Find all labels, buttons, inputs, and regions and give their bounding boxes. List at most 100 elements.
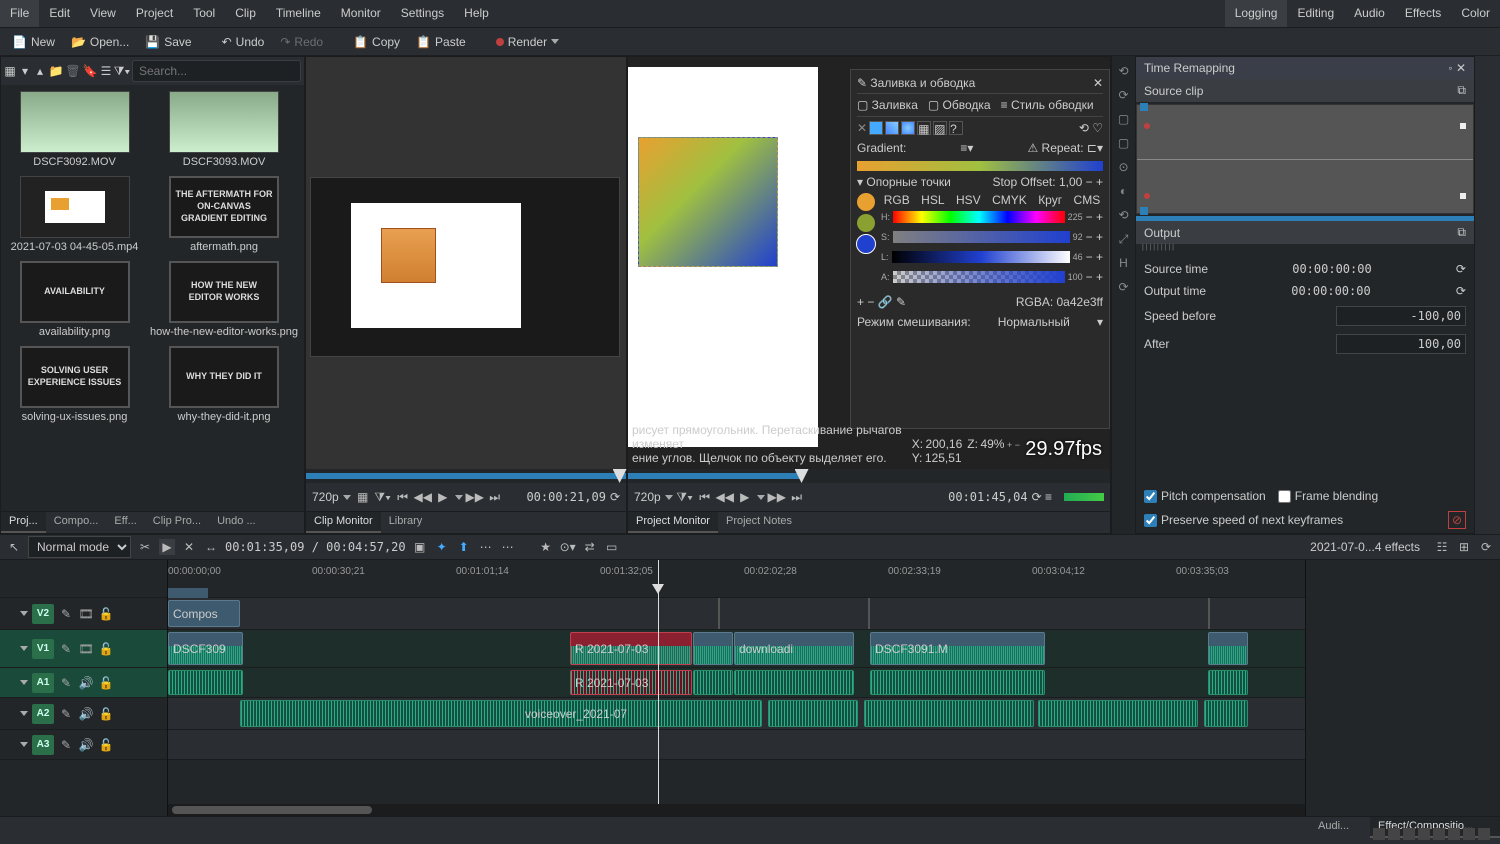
proj-fwd-icon[interactable]: ▶▶ bbox=[769, 489, 785, 505]
overlay-icon-2[interactable]: ⟳ bbox=[1117, 88, 1131, 102]
eff-ico-2[interactable]: ⊞ bbox=[1456, 539, 1472, 555]
overlay-icon-7[interactable]: ⟲ bbox=[1117, 208, 1131, 222]
clip-a1-1[interactable] bbox=[168, 670, 243, 695]
status-icon-6[interactable] bbox=[1448, 828, 1460, 840]
menu-project[interactable]: Project bbox=[126, 0, 183, 27]
bin-tag-icon[interactable]: 🔖 bbox=[83, 64, 97, 78]
track-a1[interactable]: R 2021-07-03 bbox=[168, 668, 1305, 698]
undo-button[interactable]: ↶ Undo bbox=[216, 32, 271, 52]
bin-sort-icon[interactable]: ▾ bbox=[19, 64, 31, 78]
overlay-icon-8[interactable]: ⤢ bbox=[1117, 232, 1131, 246]
timeline-ruler[interactable]: 00:00:00;0000:00:30;2100:01:01;1400:01:3… bbox=[168, 560, 1305, 598]
bin-filter-icon[interactable]: ⧩▾ bbox=[115, 64, 129, 78]
proj-play-icon[interactable]: ▶ bbox=[737, 489, 753, 505]
timeline-clip[interactable] bbox=[1208, 632, 1248, 665]
clip-voiceover-3[interactable] bbox=[864, 700, 1034, 727]
tab-project-notes[interactable]: Project Notes bbox=[718, 512, 800, 533]
timeline-clip[interactable]: R 2021-07-03 bbox=[570, 632, 692, 665]
bin-item[interactable]: HOW THE NEW EDITOR WORKShow-the-new-edit… bbox=[150, 261, 298, 338]
clip-a1-5[interactable] bbox=[870, 670, 1045, 695]
project-timecode[interactable]: 00:01:45,04 bbox=[948, 490, 1027, 504]
status-icon-3[interactable] bbox=[1403, 828, 1415, 840]
overlay-icon-5[interactable]: ⊙ bbox=[1117, 160, 1131, 174]
clip-back-icon[interactable]: ◀◀ bbox=[415, 489, 431, 505]
bin-layout-icon[interactable]: ▦ bbox=[4, 64, 16, 78]
tab-clip-properties[interactable]: Clip Pro... bbox=[145, 512, 209, 533]
track-header-a1[interactable]: A1✎🔊🔓 bbox=[0, 668, 167, 698]
clip-voiceover-5[interactable] bbox=[1204, 700, 1248, 727]
layout-effects[interactable]: Effects bbox=[1395, 0, 1451, 27]
tab-undo-history[interactable]: Undo ... bbox=[209, 512, 264, 533]
tab-audio[interactable]: Audi... bbox=[1310, 817, 1370, 838]
status-icon-4[interactable] bbox=[1418, 828, 1430, 840]
edit-icon[interactable]: ✎ bbox=[58, 641, 74, 657]
source-time-value[interactable]: 00:00:00:00 bbox=[1292, 262, 1371, 276]
tl-x-icon[interactable]: ✕ bbox=[181, 539, 197, 555]
tr-apply-icon[interactable]: ⊘ bbox=[1448, 511, 1466, 529]
open-button[interactable]: 📂 Open... bbox=[65, 32, 135, 52]
clip-next-icon[interactable]: ⏭ bbox=[487, 489, 503, 505]
speed-after-input[interactable] bbox=[1336, 334, 1466, 354]
timeline-position[interactable]: 00:01:35,09 / 00:04:57,20 bbox=[225, 540, 406, 554]
proj-back-icon[interactable]: ◀◀ bbox=[717, 489, 733, 505]
clip-voiceover-2[interactable] bbox=[768, 700, 858, 727]
clip-monitor[interactable] bbox=[306, 57, 626, 469]
render-button[interactable]: Render bbox=[490, 32, 565, 52]
track-v2[interactable]: Compos bbox=[168, 598, 1305, 630]
lock-icon[interactable]: 🔓 bbox=[98, 675, 114, 691]
overlay-icon-6[interactable]: ◐ bbox=[1117, 184, 1131, 198]
bin-menu-icon[interactable]: ☰ bbox=[100, 64, 112, 78]
clip-dropdown-icon[interactable]: ⧩▾ bbox=[375, 489, 391, 505]
lock-icon[interactable]: 🔓 bbox=[98, 606, 114, 622]
menu-view[interactable]: View bbox=[80, 0, 126, 27]
status-icon-8[interactable] bbox=[1478, 828, 1490, 840]
preserve-speed-checkbox[interactable]: Preserve speed of next keyframes bbox=[1144, 511, 1343, 529]
timeline-scrollbar[interactable] bbox=[168, 804, 1305, 816]
menu-file[interactable]: File bbox=[0, 0, 39, 27]
output-time-value[interactable]: 00:00:00:00 bbox=[1291, 284, 1370, 298]
clip-timecode[interactable]: 00:00:21,09 bbox=[526, 490, 605, 504]
track-header-a2[interactable]: A2✎🔊🔓 bbox=[0, 698, 167, 730]
clip-fwd-icon[interactable]: ▶▶ bbox=[467, 489, 483, 505]
track-a3[interactable] bbox=[168, 730, 1305, 760]
timeline-clip[interactable] bbox=[693, 632, 733, 665]
menu-monitor[interactable]: Monitor bbox=[331, 0, 391, 27]
edit-mode-select[interactable]: Normal mode bbox=[28, 536, 131, 558]
film-icon[interactable]: 🎞 bbox=[78, 606, 94, 622]
clip-a1-3[interactable] bbox=[693, 670, 733, 695]
project-resolution[interactable]: 720p bbox=[634, 490, 661, 504]
tl-ico-c[interactable]: ⬆ bbox=[456, 539, 472, 555]
timeline-clip[interactable]: downloadi bbox=[734, 632, 854, 665]
tr-pin-icon[interactable]: ◦ bbox=[1448, 61, 1452, 75]
edit-icon[interactable]: ✎ bbox=[58, 675, 74, 691]
bin-up-icon[interactable]: ▴ bbox=[34, 64, 46, 78]
tl-ico-f[interactable]: ⊙▾ bbox=[560, 539, 576, 555]
menu-settings[interactable]: Settings bbox=[391, 0, 454, 27]
tl-star-icon[interactable]: ★ bbox=[538, 539, 554, 555]
source-clip-graph[interactable] bbox=[1136, 104, 1474, 214]
bin-item[interactable]: WHY THEY DID ITwhy-they-did-it.png bbox=[150, 346, 298, 423]
tab-effects[interactable]: Eff... bbox=[106, 512, 144, 533]
tab-project-monitor[interactable]: Project Monitor bbox=[628, 512, 718, 533]
bin-item[interactable]: DSCF3093.MOV bbox=[150, 91, 298, 168]
clip-grid-icon[interactable]: ▦ bbox=[355, 489, 371, 505]
track-a2[interactable]: voiceover_2021-07 bbox=[168, 698, 1305, 730]
copy-button[interactable]: 📋 Copy bbox=[347, 32, 406, 52]
menu-clip[interactable]: Clip bbox=[225, 0, 266, 27]
edit-icon[interactable]: ✎ bbox=[58, 706, 74, 722]
clip-compose[interactable]: Compos bbox=[168, 600, 240, 627]
tl-tool-icon[interactable]: ↖ bbox=[6, 539, 22, 555]
project-seekbar[interactable] bbox=[628, 469, 1110, 483]
track-header-a3[interactable]: A3✎🔊🔓 bbox=[0, 730, 167, 760]
eff-ico-3[interactable]: ⟳ bbox=[1478, 539, 1494, 555]
overlay-icon-4[interactable]: ▢ bbox=[1117, 136, 1131, 150]
tl-ico-g[interactable]: ⇄ bbox=[582, 539, 598, 555]
tl-ico-h[interactable]: ▭ bbox=[604, 539, 620, 555]
redo-button[interactable]: ↷ Redo bbox=[274, 32, 329, 52]
status-icon-5[interactable] bbox=[1433, 828, 1445, 840]
project-monitor[interactable]: ✎ Заливка и обводка✕ ▢ Заливка ▢ Обводка… bbox=[628, 57, 1110, 469]
save-button[interactable]: 💾 Save bbox=[139, 32, 197, 52]
menu-help[interactable]: Help bbox=[454, 0, 499, 27]
status-icon-2[interactable] bbox=[1388, 828, 1400, 840]
proj-prev-icon[interactable]: ⏮ bbox=[697, 489, 713, 505]
